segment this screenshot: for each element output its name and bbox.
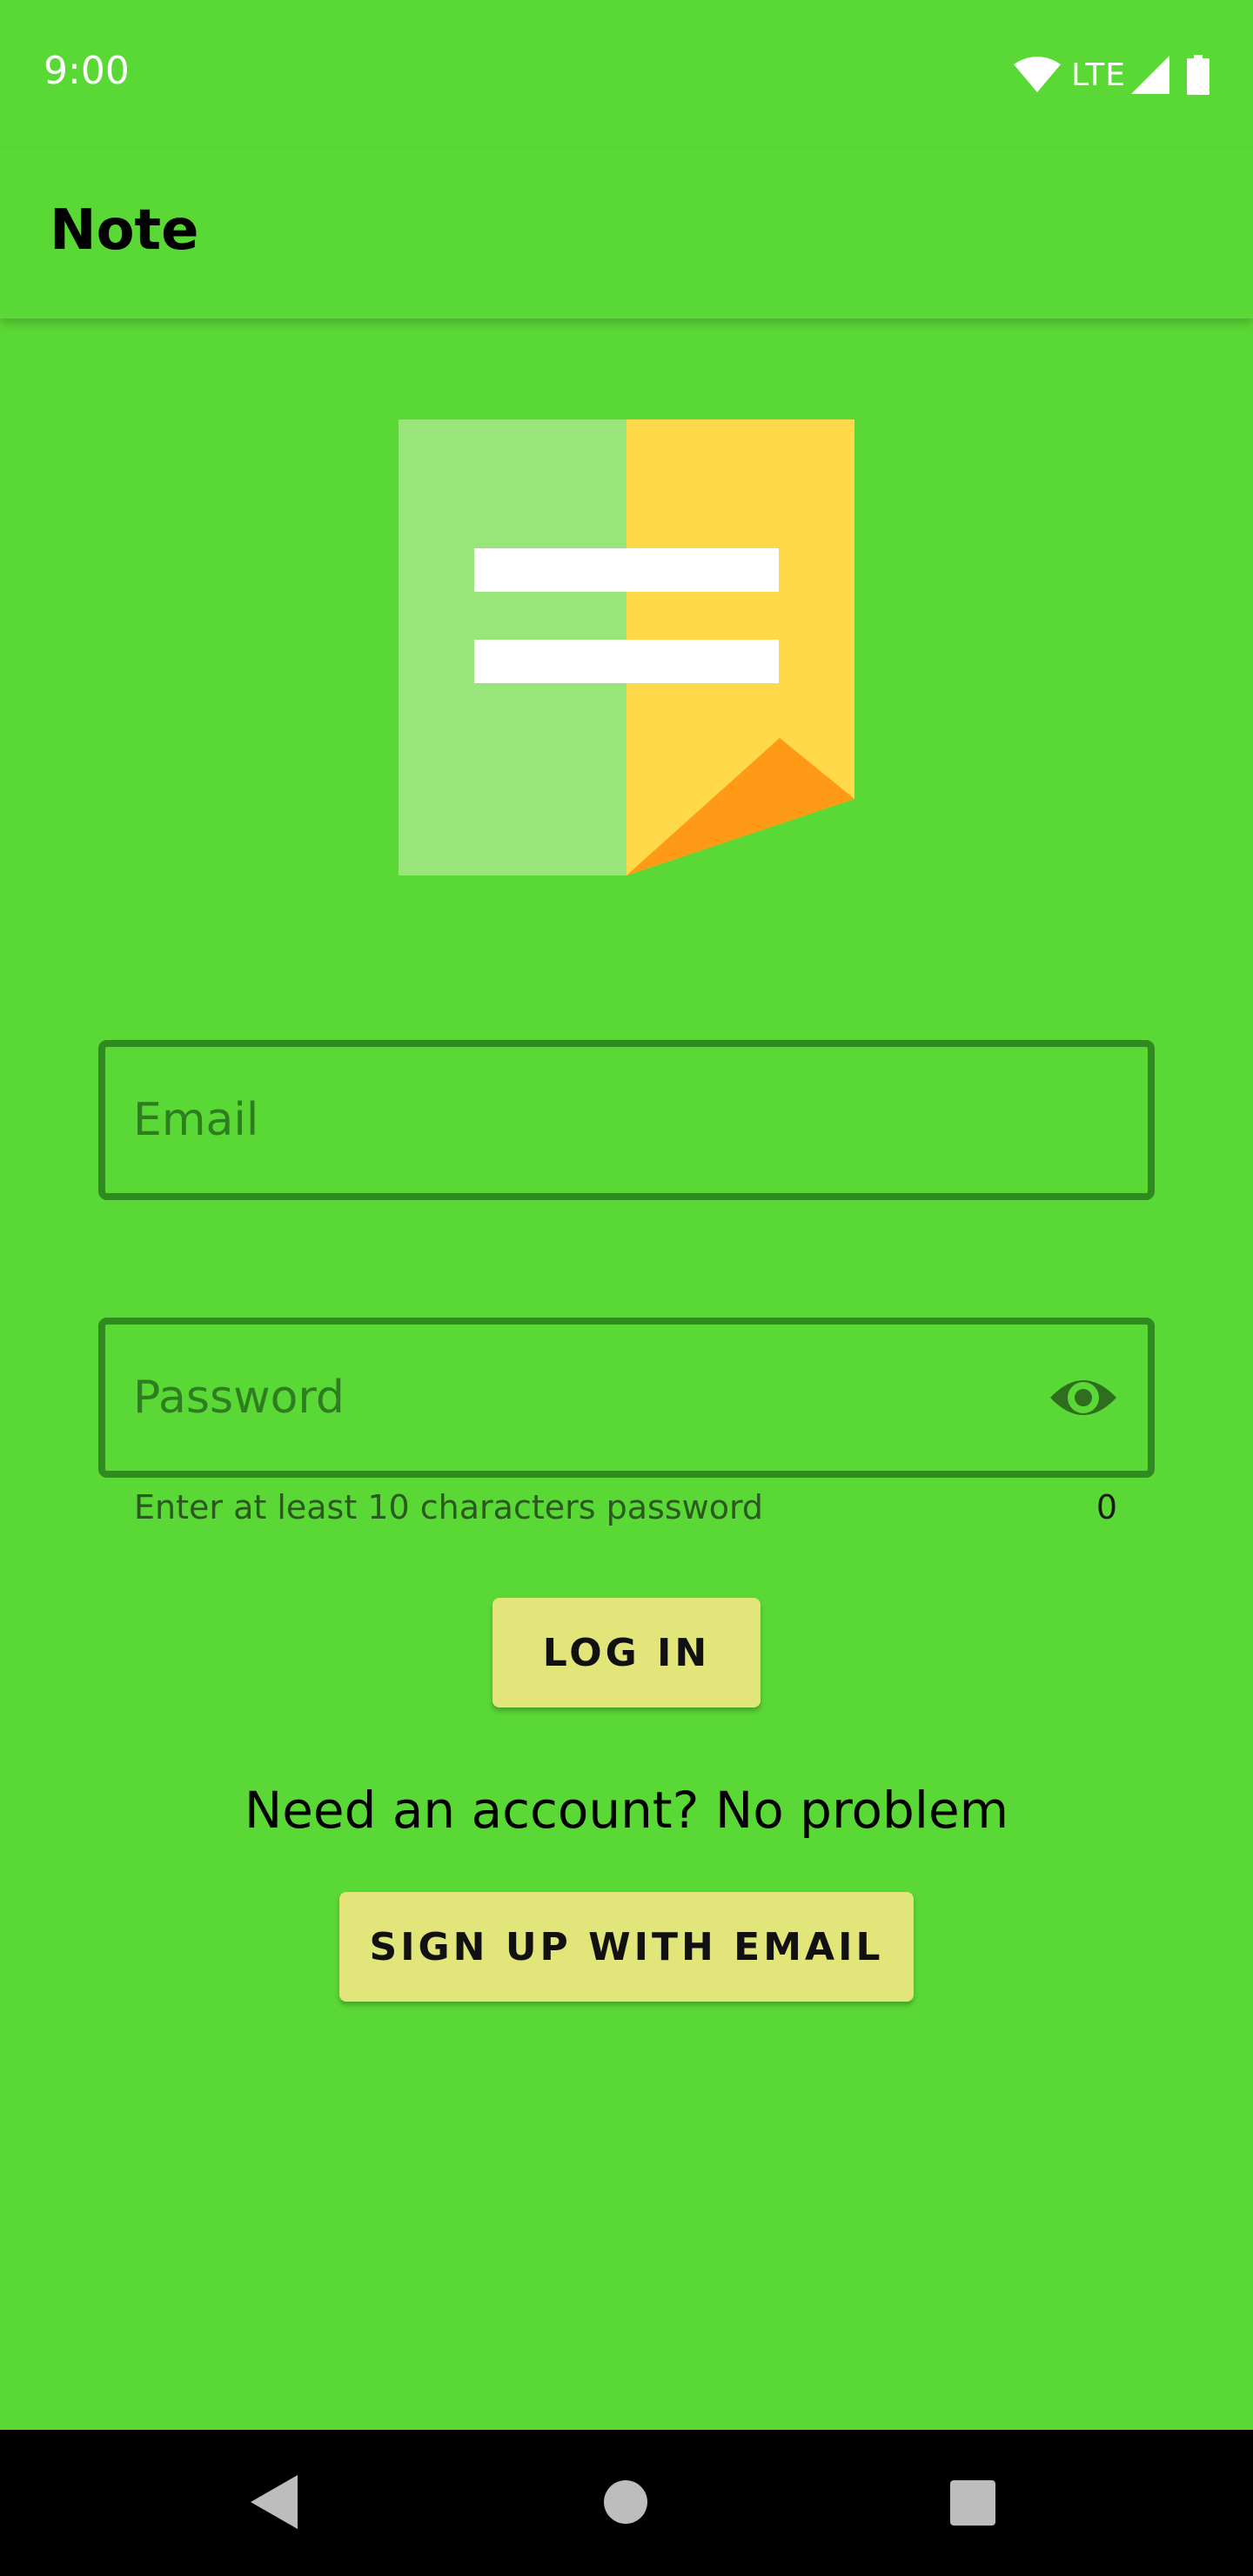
eye-icon[interactable] (1049, 1370, 1118, 1426)
recents-icon[interactable] (950, 2480, 995, 2526)
network-label: LTE (1071, 57, 1126, 93)
wifi-icon (1014, 57, 1062, 92)
app-bar: Note (0, 148, 1253, 319)
logo-line-top (474, 548, 779, 592)
signup-button[interactable]: SIGN UP WITH EMAIL (339, 1892, 914, 2002)
login-button[interactable]: LOG IN (492, 1598, 761, 1707)
password-helper-text: Enter at least 10 characters password (134, 1488, 764, 1526)
app-title: Note (50, 198, 199, 263)
note-logo-icon (399, 419, 854, 875)
status-time: 9:00 (44, 49, 130, 93)
home-icon[interactable] (604, 2480, 647, 2524)
password-character-counter: 0 (1096, 1488, 1117, 1526)
status-bar: 9:00 LTE (0, 0, 1253, 148)
signup-prompt: Need an account? No problem (244, 1781, 1009, 1840)
password-field[interactable] (98, 1318, 1155, 1478)
back-icon[interactable] (251, 2475, 298, 2529)
status-icons: LTE (1012, 54, 1209, 96)
email-field[interactable] (98, 1040, 1155, 1200)
password-input[interactable] (133, 1325, 1047, 1471)
email-input[interactable] (133, 1047, 1047, 1193)
navigation-bar (0, 2430, 1253, 2576)
battery-icon (1187, 55, 1209, 95)
signal-icon (1131, 56, 1169, 94)
logo-line-bottom (474, 640, 779, 683)
